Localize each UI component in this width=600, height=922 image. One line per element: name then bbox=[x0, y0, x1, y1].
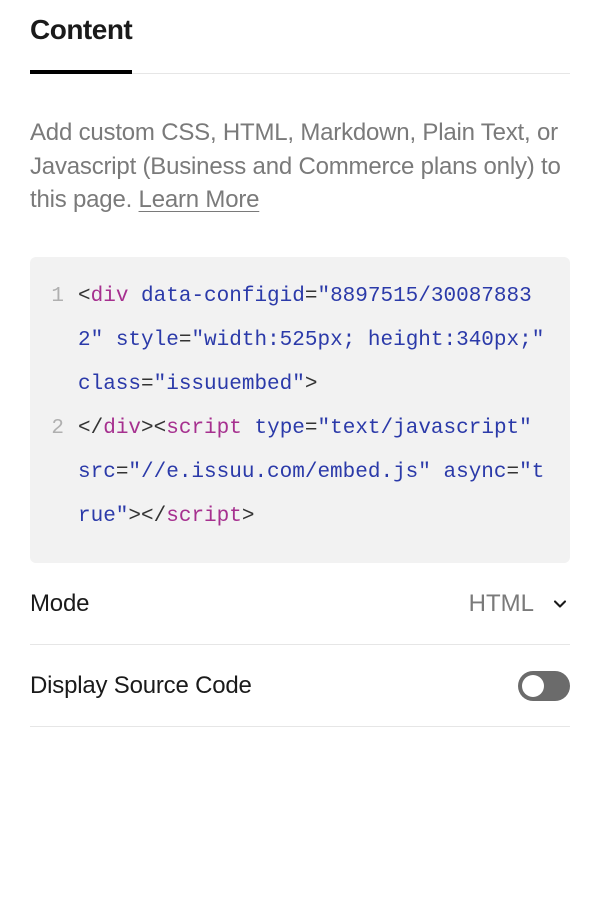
mode-select[interactable]: HTML bbox=[469, 590, 570, 618]
code-line: 1<div data-configid="8897515/300878832" … bbox=[48, 275, 552, 407]
code-content[interactable]: <div data-configid="8897515/300878832" s… bbox=[78, 275, 552, 407]
description-text: Add custom CSS, HTML, Markdown, Plain Te… bbox=[30, 116, 570, 217]
code-line: 2</div><script type="text/javascript" sr… bbox=[48, 407, 552, 539]
tab-content[interactable]: Content bbox=[30, 14, 132, 74]
toggle-knob bbox=[522, 675, 544, 697]
display-source-toggle[interactable] bbox=[518, 671, 570, 701]
code-content[interactable]: </div><script type="text/javascript" src… bbox=[78, 407, 552, 539]
line-number: 1 bbox=[48, 275, 78, 407]
mode-label: Mode bbox=[30, 590, 89, 618]
description-body: Add custom CSS, HTML, Markdown, Plain Te… bbox=[30, 119, 561, 213]
chevron-down-icon bbox=[550, 594, 570, 614]
mode-value: HTML bbox=[469, 590, 534, 618]
line-number: 2 bbox=[48, 407, 78, 539]
display-source-row: Display Source Code bbox=[30, 645, 570, 727]
tab-header: Content bbox=[30, 0, 570, 74]
display-source-label: Display Source Code bbox=[30, 672, 252, 700]
mode-row[interactable]: Mode HTML bbox=[30, 563, 570, 645]
learn-more-link[interactable]: Learn More bbox=[139, 186, 260, 213]
code-editor[interactable]: 1<div data-configid="8897515/300878832" … bbox=[30, 257, 570, 564]
